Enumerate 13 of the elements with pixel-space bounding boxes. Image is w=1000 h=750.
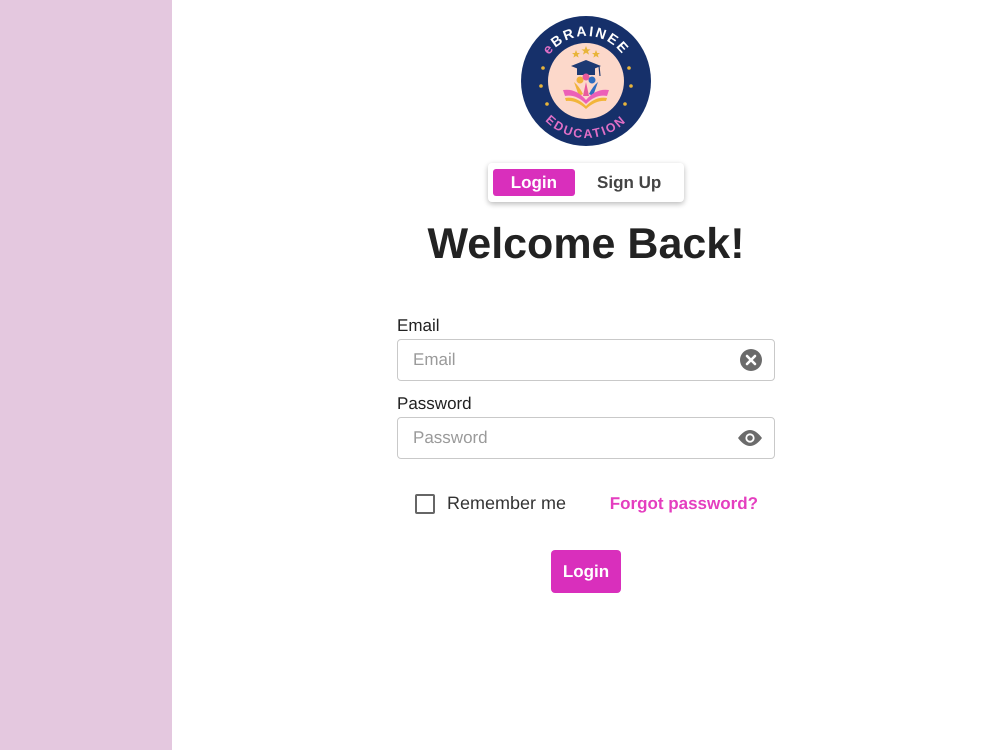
tab[interactable]: Sign Up <box>579 169 680 196</box>
login-button[interactable]: Login <box>550 550 622 593</box>
forgot-password-link[interactable]: Forgot password? <box>610 494 758 514</box>
eye-icon[interactable] <box>738 430 762 446</box>
clear-icon[interactable] <box>740 349 762 371</box>
password-field[interactable]: Password <box>397 417 775 459</box>
email-field[interactable]: Email <box>397 339 775 381</box>
tab[interactable]: Login <box>492 169 576 196</box>
field-label: Password <box>397 394 472 414</box>
checkbox[interactable] <box>415 494 435 514</box>
heading: Welcome Back! <box>427 220 745 268</box>
remember-label: Remember me <box>447 493 566 514</box>
field-label: Email <box>397 316 440 336</box>
